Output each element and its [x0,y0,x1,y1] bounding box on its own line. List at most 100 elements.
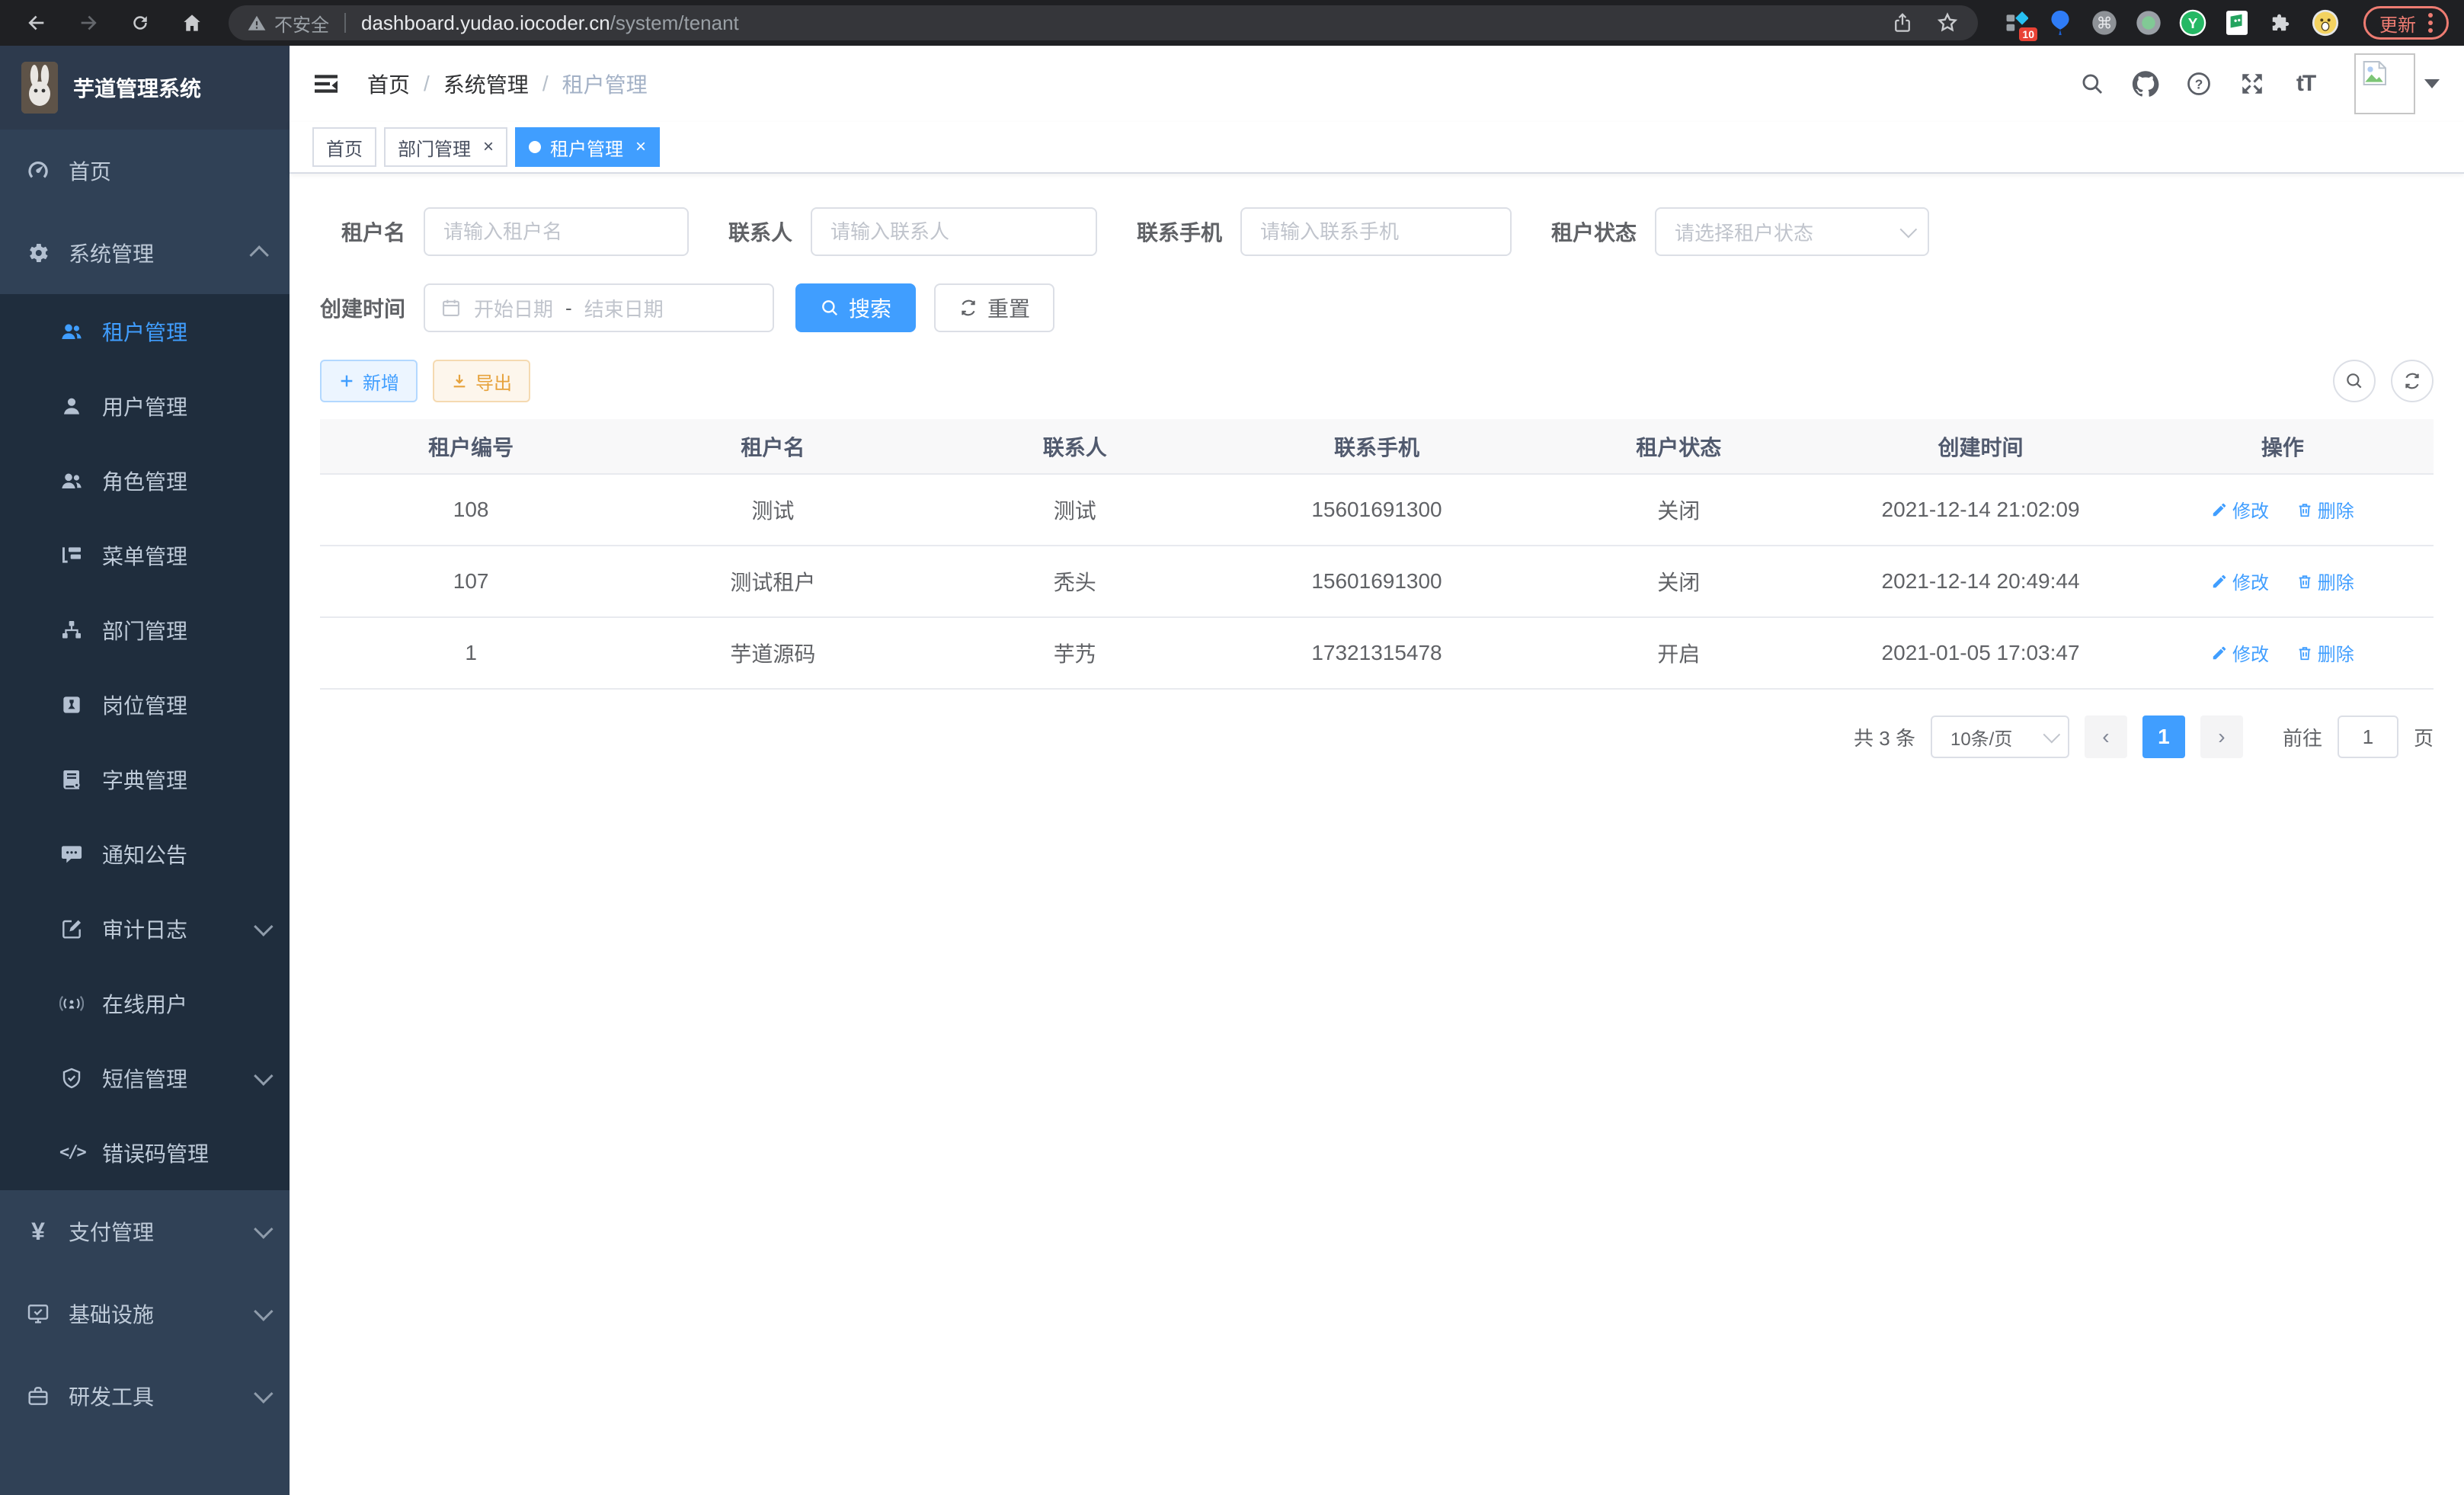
not-secure-warning[interactable]: 不安全 [247,10,329,37]
extension-balloon-icon[interactable] [2046,9,2074,37]
bookmark-star-icon[interactable] [1935,11,1960,35]
svg-text:⌘: ⌘ [2097,15,2113,33]
sidebar-item-infrastructure[interactable]: 基础设施 [0,1273,290,1355]
org-chart-icon [59,618,84,642]
sidebar-item-dict[interactable]: 字典管理 [0,742,290,817]
add-button[interactable]: 新增 [320,360,418,402]
sidebar-item-label: 租户管理 [102,316,187,347]
back-icon[interactable] [15,5,58,41]
search-icon [820,298,840,318]
delete-link[interactable]: 删除 [2296,568,2354,594]
sidebar-item-role[interactable]: 角色管理 [0,443,290,518]
contact-input[interactable] [811,207,1097,256]
close-icon[interactable]: × [483,136,494,158]
sidebar-collapse-button[interactable] [311,69,341,99]
extension-yuque-icon[interactable]: Y [2179,9,2206,37]
page-size-value: 10条/页 [1950,724,2012,751]
extension-record-icon[interactable] [2135,9,2162,37]
sidebar-item-home[interactable]: 首页 [0,130,290,212]
sidebar-item-error-code[interactable]: </> 错误码管理 [0,1116,290,1190]
address-bar[interactable]: 不安全 dashboard.yudao.iocoder.cn/system/te… [229,5,1978,40]
share-icon[interactable] [1891,11,1914,34]
sidebar-item-label: 系统管理 [69,238,154,268]
next-page-button[interactable]: › [2200,715,2243,758]
extension-flag-icon[interactable] [2223,9,2251,37]
sidebar-item-user[interactable]: 用户管理 [0,369,290,443]
delete-link[interactable]: 删除 [2296,639,2354,666]
sidebar-item-payment[interactable]: ¥ 支付管理 [0,1190,290,1273]
cell-tenant-id: 107 [320,546,622,617]
github-icon[interactable] [2132,70,2159,98]
reset-button[interactable]: 重置 [934,283,1054,332]
caret-down-icon [2424,79,2440,88]
tab-home[interactable]: 首页 [312,127,376,167]
url-path: /system/tenant [610,11,739,34]
sidebar-item-audit-log[interactable]: 审计日志 [0,892,290,966]
sidebar-item-dept[interactable]: 部门管理 [0,593,290,667]
help-icon[interactable]: ? [2185,70,2213,98]
tab-dept[interactable]: 部门管理 × [384,127,507,167]
sidebar-item-notice[interactable]: 通知公告 [0,817,290,892]
search-button-label: 搜索 [849,293,891,323]
gear-icon [26,241,50,265]
cell-contact: 秃头 [924,546,1226,617]
tab-tenant-active[interactable]: 租户管理 × [515,127,660,167]
reload-icon[interactable] [119,5,162,41]
search-button[interactable]: 搜索 [795,283,916,332]
forward-icon[interactable] [67,5,110,41]
sidebar-item-system[interactable]: 系统管理 [0,212,290,294]
breadcrumb-home[interactable]: 首页 [367,69,410,99]
chevron-up-icon [249,245,268,264]
mobile-input[interactable] [1240,207,1512,256]
refresh-table-button[interactable] [2391,360,2434,402]
sidebar-item-post[interactable]: 岗位管理 [0,667,290,742]
logo[interactable]: 芋道管理系统 [0,46,290,130]
total-count: 共 3 条 [1854,723,1915,751]
warning-icon [247,13,267,33]
tab-label: 租户管理 [550,134,623,161]
not-secure-label: 不安全 [274,10,329,37]
sidebar-item-sms[interactable]: 短信管理 [0,1041,290,1116]
user-avatar-menu[interactable] [2354,53,2440,114]
sidebar-item-label: 字典管理 [102,764,187,795]
contact-label: 联系人 [728,216,792,247]
export-button[interactable]: 导出 [433,360,530,402]
trash-icon [2296,573,2313,590]
page-1-button[interactable]: 1 [2142,715,2185,758]
extension-command-icon[interactable]: ⌘ [2091,9,2118,37]
close-icon[interactable]: × [635,136,646,158]
sidebar-item-online-users[interactable]: 在线用户 [0,966,290,1041]
font-size-icon[interactable]: tT [2292,70,2319,98]
toolbox-icon [26,1384,50,1408]
profile-avatar-icon[interactable] [2312,9,2339,37]
fullscreen-icon[interactable] [2238,70,2266,98]
status-select[interactable]: 请选择租户状态 [1655,207,1929,256]
prev-page-button[interactable]: ‹ [2085,715,2127,758]
create-time-range-picker[interactable]: 开始日期 - 结束日期 [424,283,774,332]
breadcrumb-system[interactable]: 系统管理 [443,69,529,99]
header-search-icon[interactable] [2078,70,2106,98]
chrome-update-button[interactable]: 更新 [2363,6,2449,40]
sidebar-item-tenant[interactable]: 租户管理 [0,294,290,369]
sidebar-item-dev-tools[interactable]: 研发工具 [0,1355,290,1437]
edit-link[interactable]: 修改 [2211,496,2269,523]
chevron-down-icon [254,1219,273,1238]
breadcrumb: 首页 / 系统管理 / 租户管理 [367,69,648,99]
monitor-icon [26,1301,50,1326]
page-size-select[interactable]: 10条/页 [1931,715,2069,758]
sidebar-item-menu[interactable]: 菜单管理 [0,518,290,593]
edit-link[interactable]: 修改 [2211,639,2269,666]
extensions-puzzle-icon[interactable] [2267,9,2295,37]
sidebar-item-label: 部门管理 [102,615,187,645]
tenant-name-input[interactable] [424,207,689,256]
home-icon[interactable] [171,5,213,41]
sidebar-item-label: 审计日志 [102,914,187,944]
edit-link[interactable]: 修改 [2211,568,2269,594]
browser-menu-icon[interactable] [2428,13,2433,33]
col-status: 租户状态 [1528,419,1829,474]
show-search-toggle-button[interactable] [2333,360,2376,402]
extension-grid-icon[interactable]: 10 [2002,9,2030,37]
delete-link[interactable]: 删除 [2296,496,2354,523]
sidebar-item-label: 岗位管理 [102,690,187,720]
goto-page-input[interactable] [2338,715,2398,758]
